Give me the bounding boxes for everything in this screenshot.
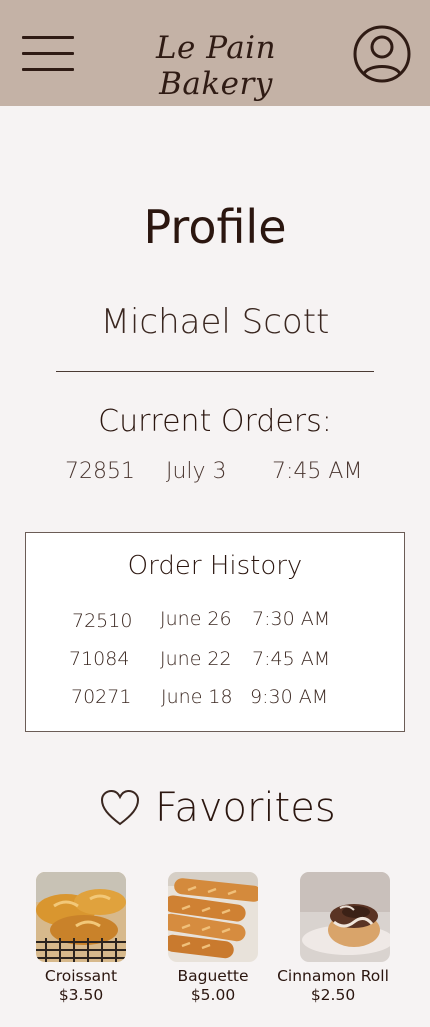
history-order-time: 7:45 AM [252,648,331,670]
current-orders-title: Current Orders: [98,404,332,439]
order-history-title: Order History [127,551,303,581]
heart-icon [100,789,140,826]
favorites-title: Favorites [155,785,336,831]
favorite-price: $5.00 [190,986,236,1004]
current-order-date: July 3 [166,459,227,484]
page-title: Profile [143,200,287,254]
favorite-item-baguette[interactable]: Baguette $5.00 [148,872,278,1004]
history-order-time: 7:30 AM [252,608,331,630]
favorite-name: Cinnamon Roll [277,967,389,985]
history-order-id: 72510 [72,610,133,632]
user-circle-icon[interactable] [352,22,412,86]
cinnamon-roll-image [300,872,390,962]
croissant-image [36,872,126,962]
favorite-name: Croissant [44,967,118,985]
favorite-price: $3.50 [58,986,104,1004]
divider [56,371,374,372]
baguette-image [168,872,258,962]
history-order-date: June 26 [160,608,232,630]
favorite-price: $2.50 [310,986,356,1004]
history-order-id: 71084 [69,648,130,670]
history-order-time: 9:30 AM [250,686,329,708]
history-order-date: June 18 [161,686,233,708]
favorite-item-cinnamon-roll[interactable]: Cinnamon Roll $2.50 [268,872,398,1004]
current-order-id: 72851 [65,459,135,484]
favorite-name: Baguette [177,967,249,985]
brand-logo[interactable]: Le Pain Bakery [96,30,336,102]
history-order-id: 70271 [71,686,132,708]
favorite-item-croissant[interactable]: Croissant $3.50 [16,872,146,1004]
hamburger-menu-icon[interactable] [20,33,76,75]
user-name: Michael Scott [100,302,330,342]
history-order-date: June 22 [160,648,232,670]
current-order-time: 7:45 AM [272,459,363,484]
order-history-card: Order History 72510 June 26 7:30 AM 7108… [25,532,405,732]
app-header: Le Pain Bakery [0,0,430,106]
